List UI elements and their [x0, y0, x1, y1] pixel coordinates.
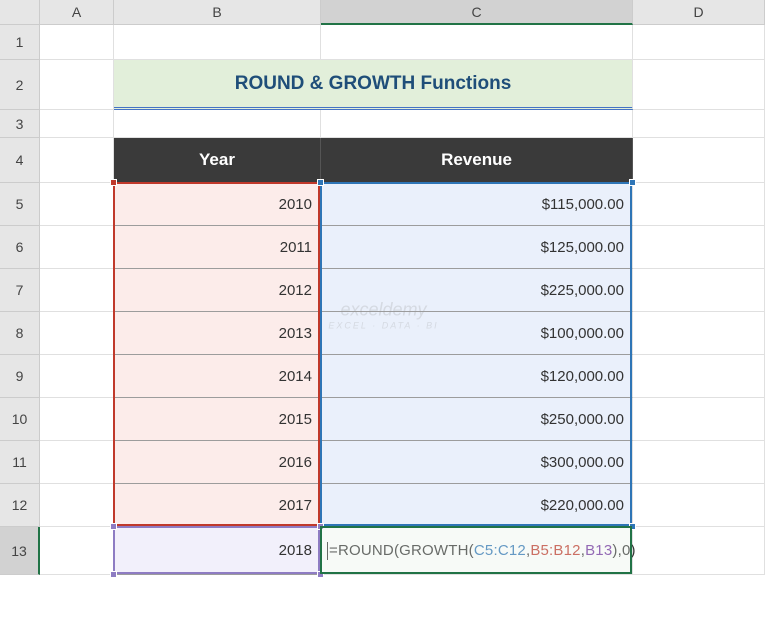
cell-A7[interactable]	[40, 269, 114, 312]
year-2014[interactable]: 2014	[114, 355, 321, 398]
row-header-10[interactable]: 10	[0, 398, 40, 441]
range-handle[interactable]	[110, 571, 117, 578]
title-cell[interactable]: ROUND & GROWTH Functions	[114, 60, 633, 110]
row-header-12[interactable]: 12	[0, 484, 40, 527]
cell-D4[interactable]	[633, 138, 765, 183]
spreadsheet-grid: ROUND & GROWTH FunctionsYearRevenue2010$…	[40, 25, 765, 575]
column-header-A[interactable]: A	[40, 0, 114, 25]
row-header-5[interactable]: 5	[0, 183, 40, 226]
revenue-2014[interactable]: $120,000.00	[321, 355, 633, 398]
header-year[interactable]: Year	[114, 138, 321, 183]
row-headers: 12345678910111213	[0, 25, 40, 575]
cell-D5[interactable]	[633, 183, 765, 226]
cell-A2[interactable]	[40, 60, 114, 110]
range-handle[interactable]	[629, 523, 636, 530]
row-header-1[interactable]: 1	[0, 25, 40, 60]
select-all-corner[interactable]	[0, 0, 40, 25]
range-handle[interactable]	[629, 179, 636, 186]
range-handle[interactable]	[110, 523, 117, 530]
row-header-13[interactable]: 13	[0, 527, 40, 575]
revenue-2017[interactable]: $220,000.00	[321, 484, 633, 527]
revenue-2013[interactable]: $100,000.00	[321, 312, 633, 355]
column-header-C[interactable]: C	[321, 0, 633, 25]
row-header-7[interactable]: 7	[0, 269, 40, 312]
cell-D2[interactable]	[633, 60, 765, 110]
cell-A8[interactable]	[40, 312, 114, 355]
row-header-2[interactable]: 2	[0, 60, 40, 110]
year-2013[interactable]: 2013	[114, 312, 321, 355]
year-2015[interactable]: 2015	[114, 398, 321, 441]
formula-cell[interactable]: =ROUND(GROWTH(C5:C12,B5:B12,B13),0)	[321, 527, 633, 575]
cell-D7[interactable]	[633, 269, 765, 312]
year-2012[interactable]: 2012	[114, 269, 321, 312]
cell-A6[interactable]	[40, 226, 114, 269]
header-revenue[interactable]: Revenue	[321, 138, 633, 183]
year-2010[interactable]: 2010	[114, 183, 321, 226]
row-header-9[interactable]: 9	[0, 355, 40, 398]
cell-A4[interactable]	[40, 138, 114, 183]
cell-A12[interactable]	[40, 484, 114, 527]
row-header-6[interactable]: 6	[0, 226, 40, 269]
cell-C1[interactable]	[321, 25, 633, 60]
cell-A3[interactable]	[40, 110, 114, 138]
revenue-2012[interactable]: $225,000.00	[321, 269, 633, 312]
cell-D1[interactable]	[633, 25, 765, 60]
revenue-2011[interactable]: $125,000.00	[321, 226, 633, 269]
cell-A13[interactable]	[40, 527, 114, 575]
cell-A11[interactable]	[40, 441, 114, 484]
revenue-2016[interactable]: $300,000.00	[321, 441, 633, 484]
range-handle[interactable]	[317, 571, 324, 578]
formula-text[interactable]: =ROUND(GROWTH(C5:C12,B5:B12,B13),0)	[321, 542, 636, 560]
cell-B3[interactable]	[114, 110, 321, 138]
cell-A9[interactable]	[40, 355, 114, 398]
year-2011[interactable]: 2011	[114, 226, 321, 269]
cell-C3[interactable]	[321, 110, 633, 138]
cell-D6[interactable]	[633, 226, 765, 269]
range-handle[interactable]	[110, 179, 117, 186]
row-header-8[interactable]: 8	[0, 312, 40, 355]
year-2018[interactable]: 2018	[114, 527, 321, 575]
cell-A10[interactable]	[40, 398, 114, 441]
column-headers: ABCD	[40, 0, 765, 25]
cell-D3[interactable]	[633, 110, 765, 138]
cell-D10[interactable]	[633, 398, 765, 441]
cell-D12[interactable]	[633, 484, 765, 527]
year-2017[interactable]: 2017	[114, 484, 321, 527]
cell-D11[interactable]	[633, 441, 765, 484]
cell-A5[interactable]	[40, 183, 114, 226]
cell-B1[interactable]	[114, 25, 321, 60]
column-header-B[interactable]: B	[114, 0, 321, 25]
cell-D8[interactable]	[633, 312, 765, 355]
column-header-D[interactable]: D	[633, 0, 765, 25]
cell-D9[interactable]	[633, 355, 765, 398]
year-2016[interactable]: 2016	[114, 441, 321, 484]
revenue-2010[interactable]: $115,000.00	[321, 183, 633, 226]
cell-A1[interactable]	[40, 25, 114, 60]
row-header-11[interactable]: 11	[0, 441, 40, 484]
row-header-4[interactable]: 4	[0, 138, 40, 183]
range-handle[interactable]	[317, 179, 324, 186]
row-header-3[interactable]: 3	[0, 110, 40, 138]
range-handle[interactable]	[317, 523, 324, 530]
cell-D13[interactable]	[633, 527, 765, 575]
revenue-2015[interactable]: $250,000.00	[321, 398, 633, 441]
